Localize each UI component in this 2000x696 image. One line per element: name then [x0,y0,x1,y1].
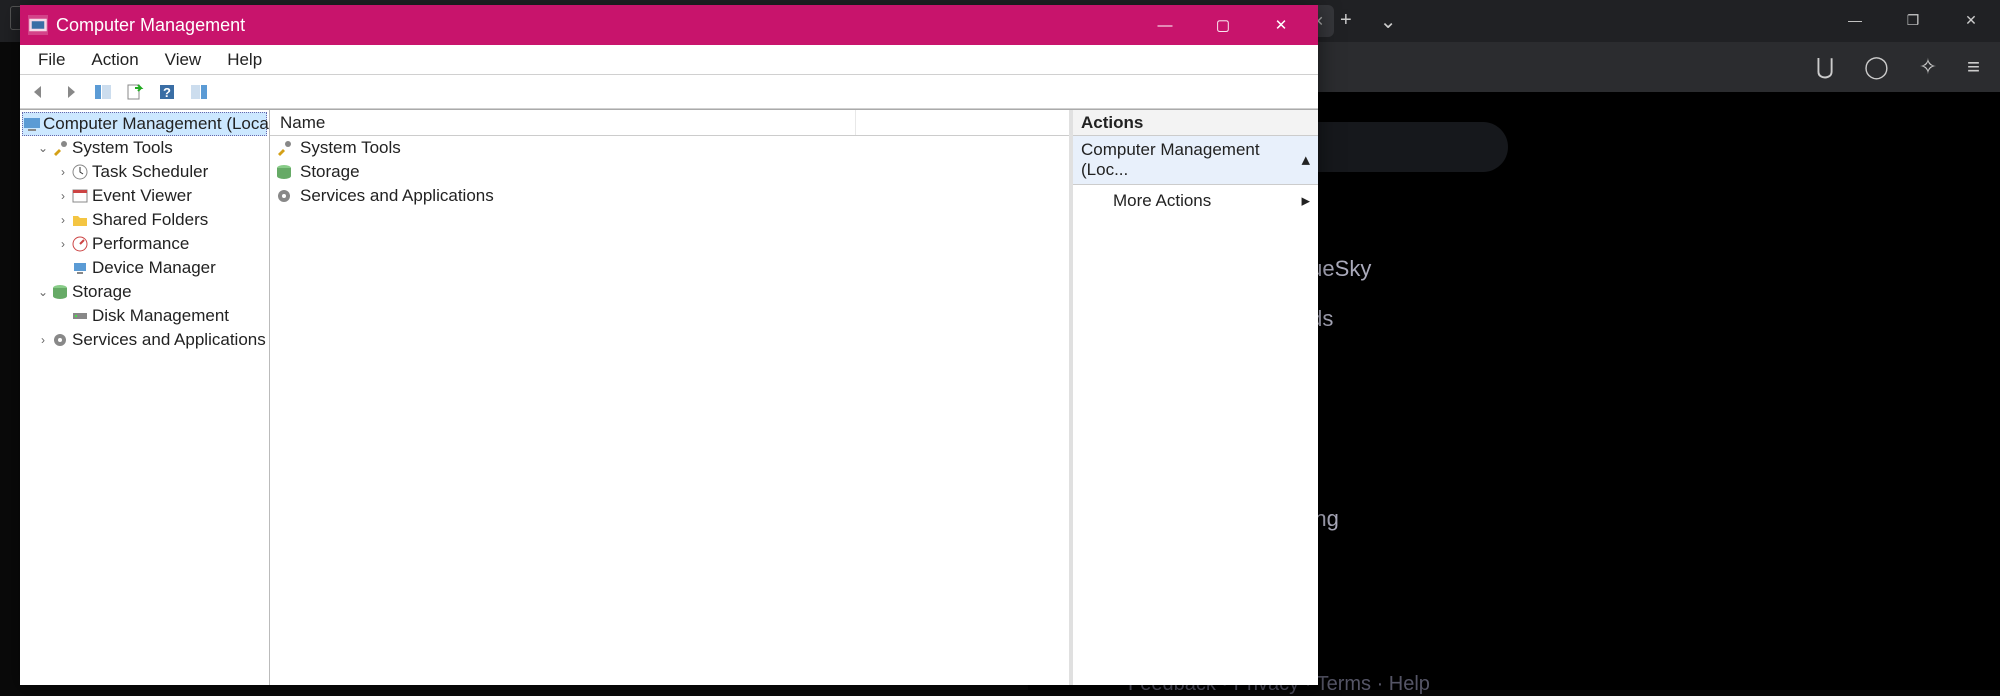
list-pane: Name System Tools Storage Services and A… [270,110,1073,685]
tree-item-services-apps[interactable]: › Services and Applications [22,328,267,352]
actions-title: Actions [1073,110,1318,136]
services-icon [274,187,294,205]
tree-label: Disk Management [92,306,229,326]
list-item-system-tools[interactable]: System Tools [270,136,1069,160]
tree-label: Performance [92,234,189,254]
app-icon [28,15,48,35]
storage-icon [274,163,294,181]
help-button[interactable]: ? [152,78,182,106]
list-item-label: Services and Applications [300,186,494,206]
show-hide-tree-button[interactable] [88,78,118,106]
tree-item-storage[interactable]: ⌄ Storage [22,280,267,304]
extensions-icon[interactable]: ✧ [1919,54,1937,80]
menu-help[interactable]: Help [215,47,274,73]
svg-text:?: ? [163,85,171,100]
list-item-label: System Tools [300,138,401,158]
tree-item-performance[interactable]: › Performance [22,232,267,256]
tree-item-shared-folders[interactable]: › Shared Folders [22,208,267,232]
list-item-label: Storage [300,162,360,182]
new-tab-button[interactable]: + [1340,9,1352,34]
collapse-icon[interactable]: ⌄ [36,141,50,155]
close-button[interactable]: ✕ [1252,5,1310,45]
toolbar: ? [20,75,1318,109]
performance-icon [70,235,90,253]
forward-button[interactable] [56,78,86,106]
submenu-arrow-icon: ▸ [1301,191,1310,211]
tree-label: Event Viewer [92,186,192,206]
tree-item-disk-management[interactable]: Disk Management [22,304,267,328]
more-actions-label: More Actions [1113,191,1211,211]
list-item-storage[interactable]: Storage [270,160,1069,184]
tree-item-device-manager[interactable]: Device Manager [22,256,267,280]
actions-context[interactable]: Computer Management (Loc... ▴ [1073,136,1318,185]
tree-item-system-tools[interactable]: ⌄ System Tools [22,136,267,160]
actions-pane: Actions Computer Management (Loc... ▴ Mo… [1073,110,1318,685]
folder-share-icon [70,211,90,229]
expand-icon[interactable]: › [56,189,70,203]
expand-icon[interactable]: › [56,213,70,227]
actions-context-label: Computer Management (Loc... [1081,140,1301,180]
tree-pane: Computer Management (Local) ⌄ System Too… [20,110,270,685]
list-header[interactable]: Name [270,110,1069,136]
event-icon [70,187,90,205]
tree-root[interactable]: Computer Management (Local) [22,112,267,136]
expand-icon[interactable]: › [56,165,70,179]
tree-label: Device Manager [92,258,216,278]
browser-close-button[interactable]: ✕ [1942,0,2000,40]
column-header-name[interactable]: Name [276,110,856,135]
storage-icon [50,283,70,301]
tools-icon [274,139,294,157]
computer-management-window: Computer Management — ▢ ✕ File Action Vi… [20,5,1318,685]
menu-action[interactable]: Action [79,47,150,73]
titlebar[interactable]: Computer Management — ▢ ✕ [20,5,1318,45]
hamburger-menu-icon[interactable]: ≡ [1967,54,1980,80]
tree-item-task-scheduler[interactable]: › Task Scheduler [22,160,267,184]
device-icon [70,259,90,277]
collapse-up-icon[interactable]: ▴ [1301,150,1310,170]
browser-maximize-button[interactable]: ❐ [1884,0,1942,40]
list-item-services-apps[interactable]: Services and Applications [270,184,1069,208]
tree-label: System Tools [72,138,173,158]
tree-label: Storage [72,282,132,302]
menu-file[interactable]: File [26,47,77,73]
disk-icon [70,307,90,325]
menu-view[interactable]: View [153,47,214,73]
tree-label: Task Scheduler [92,162,208,182]
back-button[interactable] [24,78,54,106]
expand-icon[interactable]: › [56,237,70,251]
tools-icon [50,139,70,157]
maximize-button[interactable]: ▢ [1194,5,1252,45]
minimize-button[interactable]: — [1136,5,1194,45]
services-icon [50,331,70,349]
menubar: File Action View Help [20,45,1318,75]
expand-icon[interactable]: › [36,333,50,347]
collapse-icon[interactable]: ⌄ [36,285,50,299]
clock-icon [70,163,90,181]
show-actions-button[interactable] [184,78,214,106]
account-icon[interactable]: ◯ [1864,54,1889,80]
tree-item-event-viewer[interactable]: › Event Viewer [22,184,267,208]
tree-label: Services and Applications [72,330,266,350]
computer-icon [23,115,41,133]
window-title: Computer Management [56,15,245,36]
browser-minimize-button[interactable]: — [1826,0,1884,40]
export-button[interactable] [120,78,150,106]
tree-label: Computer Management (Local) [43,114,270,134]
tree-label: Shared Folders [92,210,208,230]
pocket-icon[interactable]: ⋃ [1816,54,1834,80]
tab-list-button[interactable]: ⌄ [1380,9,1397,34]
more-actions-item[interactable]: More Actions ▸ [1073,185,1318,217]
